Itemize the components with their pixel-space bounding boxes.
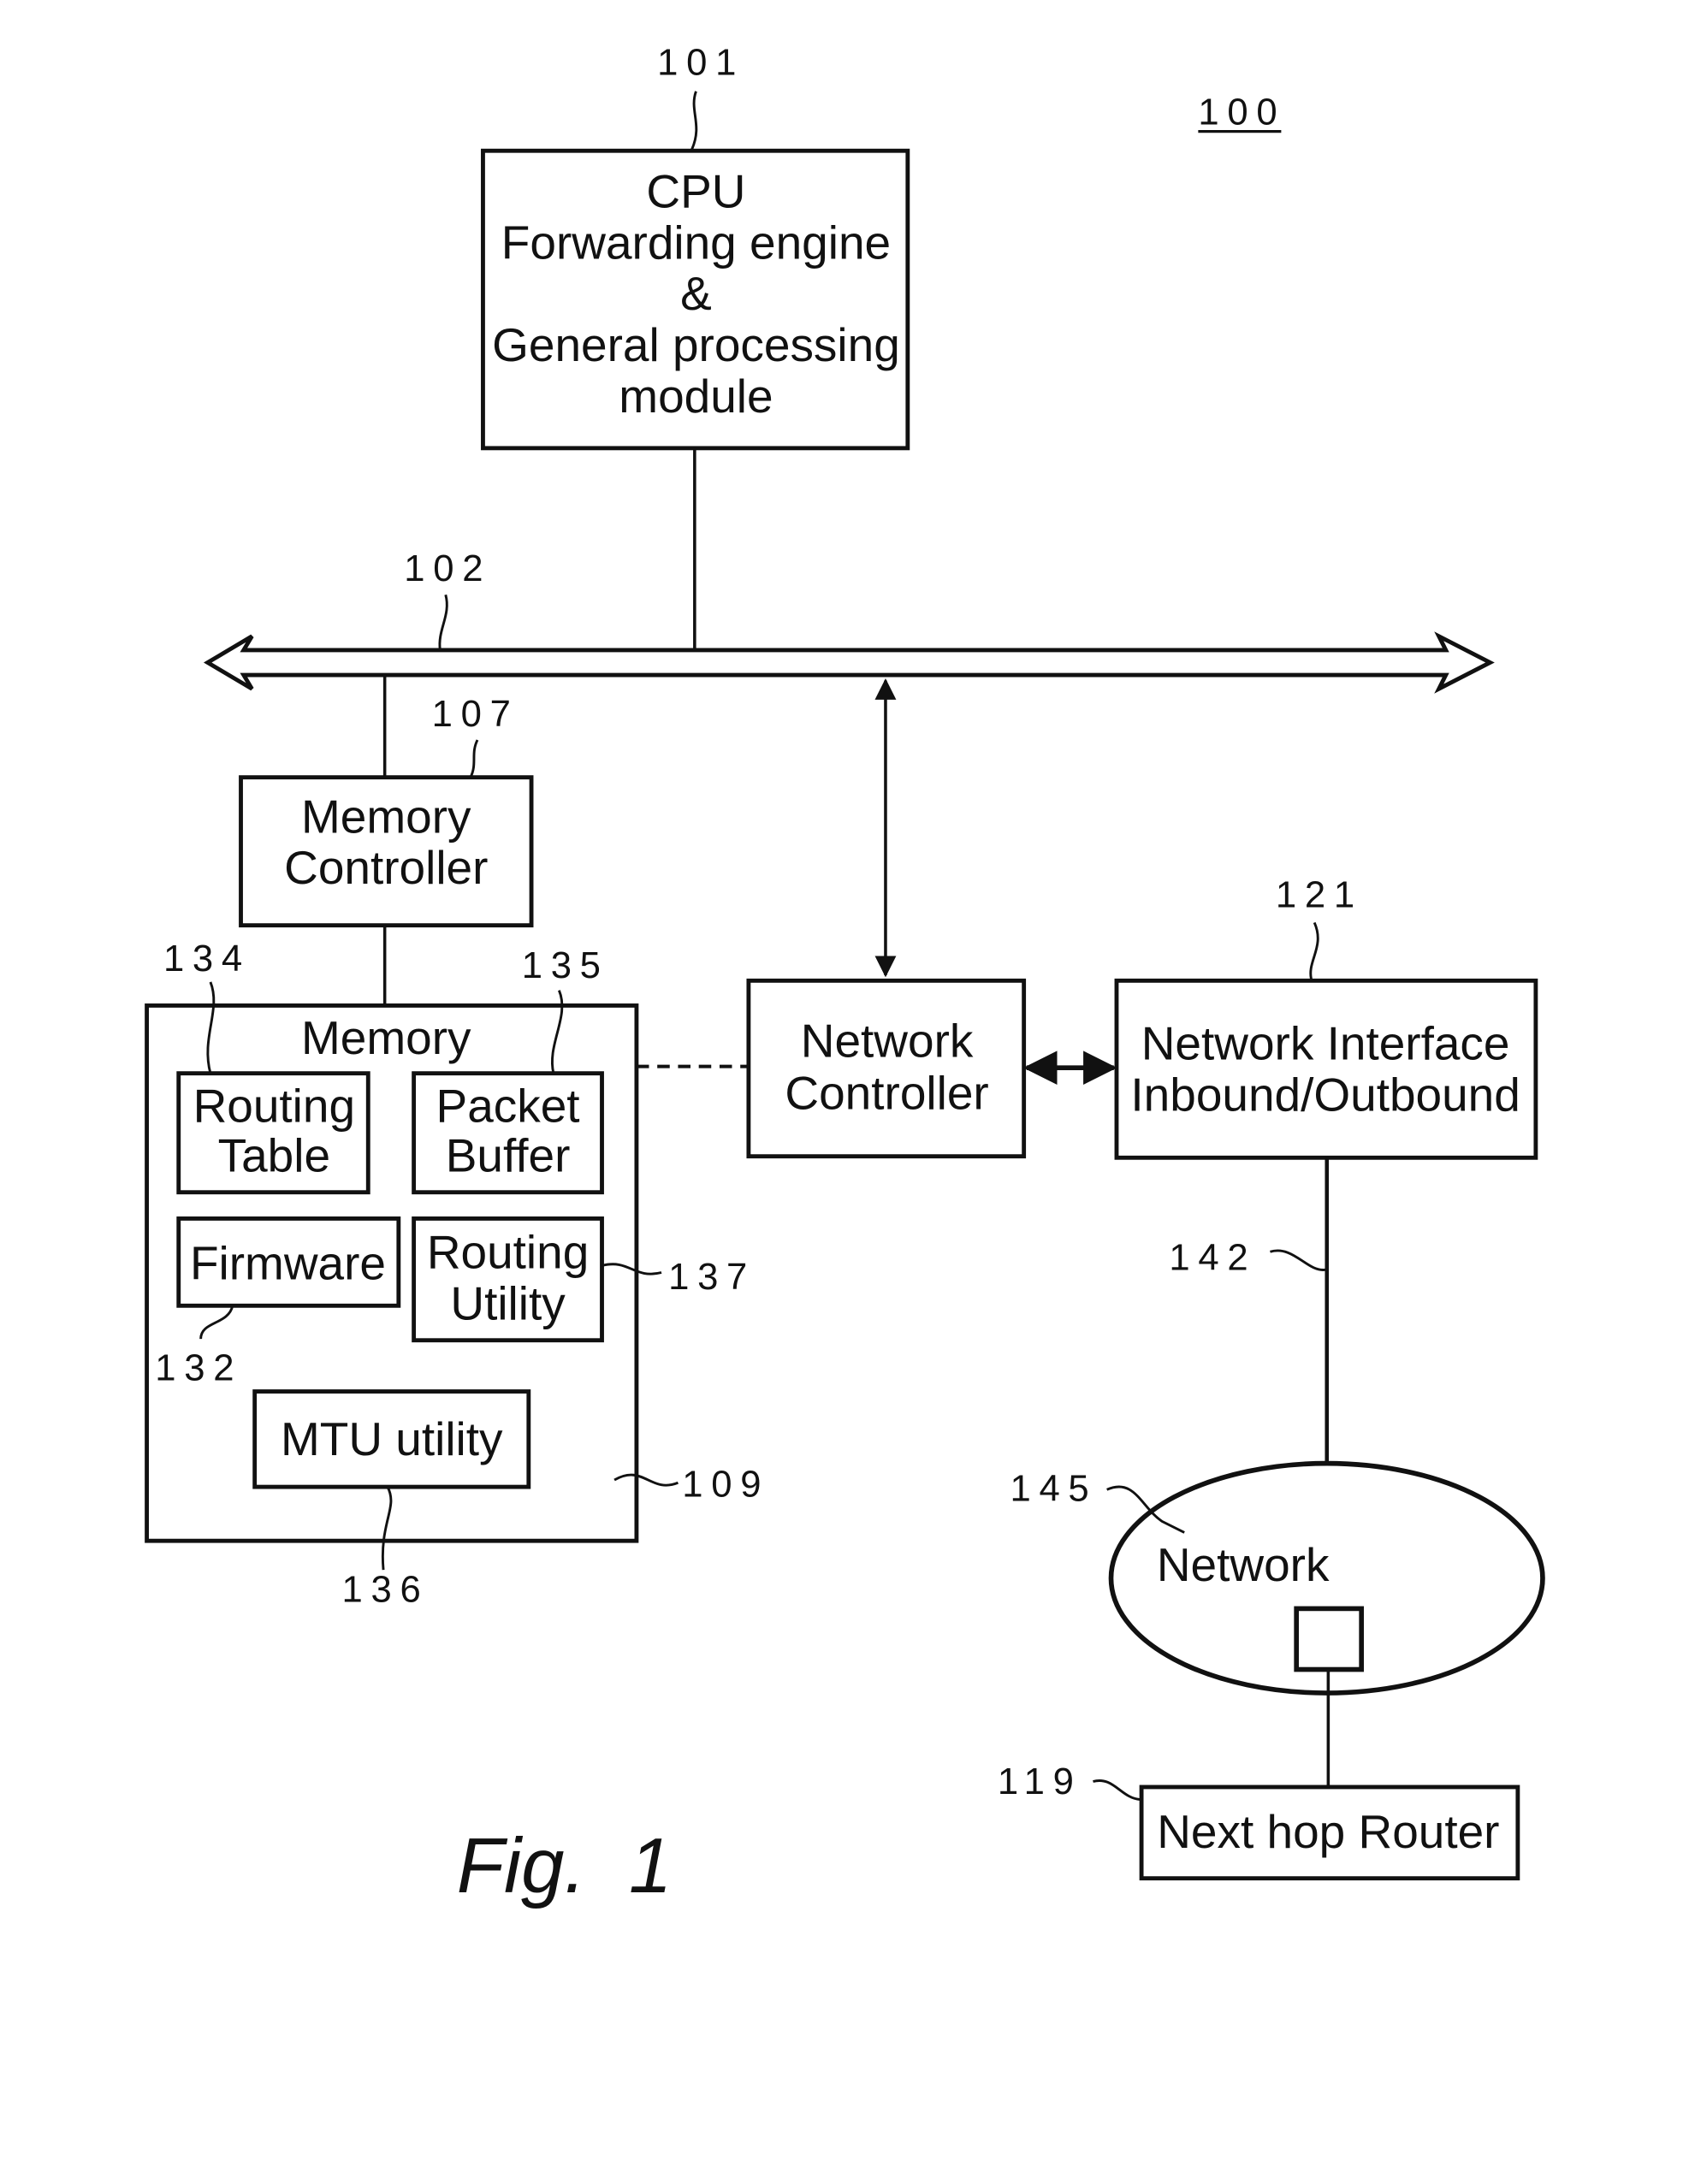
network-node-square (1294, 1606, 1364, 1672)
firmware-label: Firmware (190, 1237, 386, 1290)
routing-utility-label-line-2: Utility (450, 1276, 566, 1329)
next-hop-router-block: 119 Next hop Router (998, 1761, 1520, 1881)
cpu-ref: 101 (657, 41, 744, 83)
packet-buffer-label-line-2: Buffer (446, 1128, 571, 1181)
memory-controller-leader-line (469, 739, 479, 778)
network-interface-label-line-1: Network Interface (1141, 1017, 1510, 1070)
memory-controller-ref: 107 (432, 693, 519, 735)
network-controller-label-line-2: Controller (785, 1067, 988, 1120)
mtu-utility-ref: 136 (342, 1568, 430, 1610)
network-cloud: Network 145 (1010, 1460, 1545, 1696)
network-label: Network (1157, 1538, 1330, 1591)
cpu-leader-line (690, 91, 698, 151)
packet-buffer-label-line-1: Packet (436, 1079, 580, 1132)
cpu-label-line-4: General processing (492, 318, 900, 371)
figure-caption: Fig. 1 (457, 1823, 673, 1909)
next-hop-router-leader-line (1093, 1779, 1141, 1801)
memory-controller-label-line-2: Controller (284, 841, 488, 894)
network-interface-label-line-2: Inbound/Outbound (1130, 1068, 1520, 1121)
next-hop-router-ref: 119 (998, 1761, 1082, 1802)
cpu-block: 101 CPU Forwarding engine & General proc… (481, 41, 910, 451)
figure-number-label: 100 (1198, 92, 1285, 133)
network-ref: 145 (1010, 1467, 1097, 1509)
link-ref: 142 (1169, 1236, 1256, 1278)
routing-utility-label-line-1: Routing (427, 1226, 589, 1279)
network-controller-block: Network Controller (746, 978, 1027, 1159)
routing-table-label-line-1: Routing (193, 1079, 355, 1132)
cpu-label-line-5: module (619, 370, 773, 423)
memory-title: Memory (301, 1011, 471, 1064)
routing-utility-ref: 137 (668, 1256, 756, 1298)
cpu-label-line-1: CPU (646, 165, 745, 218)
mtu-utility-label: MTU utility (281, 1412, 503, 1465)
figure-number: 100 (1198, 92, 1285, 133)
network-interface-block: 121 Network Interface Inbound/Outbound (1114, 874, 1538, 1160)
cpu-label-line-2: Forwarding engine (501, 216, 891, 269)
routing-table-label-line-2: Table (218, 1128, 330, 1181)
memory-controller-label-line-1: Memory (301, 790, 471, 843)
next-hop-router-label: Next hop Router (1157, 1805, 1499, 1858)
bus-ref: 102 (404, 547, 491, 589)
system-bus: 102 (203, 547, 1495, 694)
firmware-ref: 132 (155, 1347, 242, 1389)
network-interface-leader-line (1309, 921, 1319, 981)
router-block-diagram: 100 101 CPU Forwarding engine & General … (145, 41, 1545, 1909)
packet-buffer-ref: 135 (522, 944, 609, 986)
network-interface-ref: 121 (1276, 874, 1363, 916)
bus-leader-line (438, 594, 448, 651)
memory-ref: 109 (682, 1463, 769, 1505)
network-controller-label-line-1: Network (801, 1014, 974, 1067)
cpu-label-line-3: & (680, 267, 712, 320)
link-leader-line (1270, 1249, 1326, 1271)
bus-double-arrow (203, 631, 1495, 694)
routing-table-ref: 134 (163, 938, 251, 980)
memory-block: Memory 134 Routing Table 135 Packet Buff… (145, 938, 769, 1610)
